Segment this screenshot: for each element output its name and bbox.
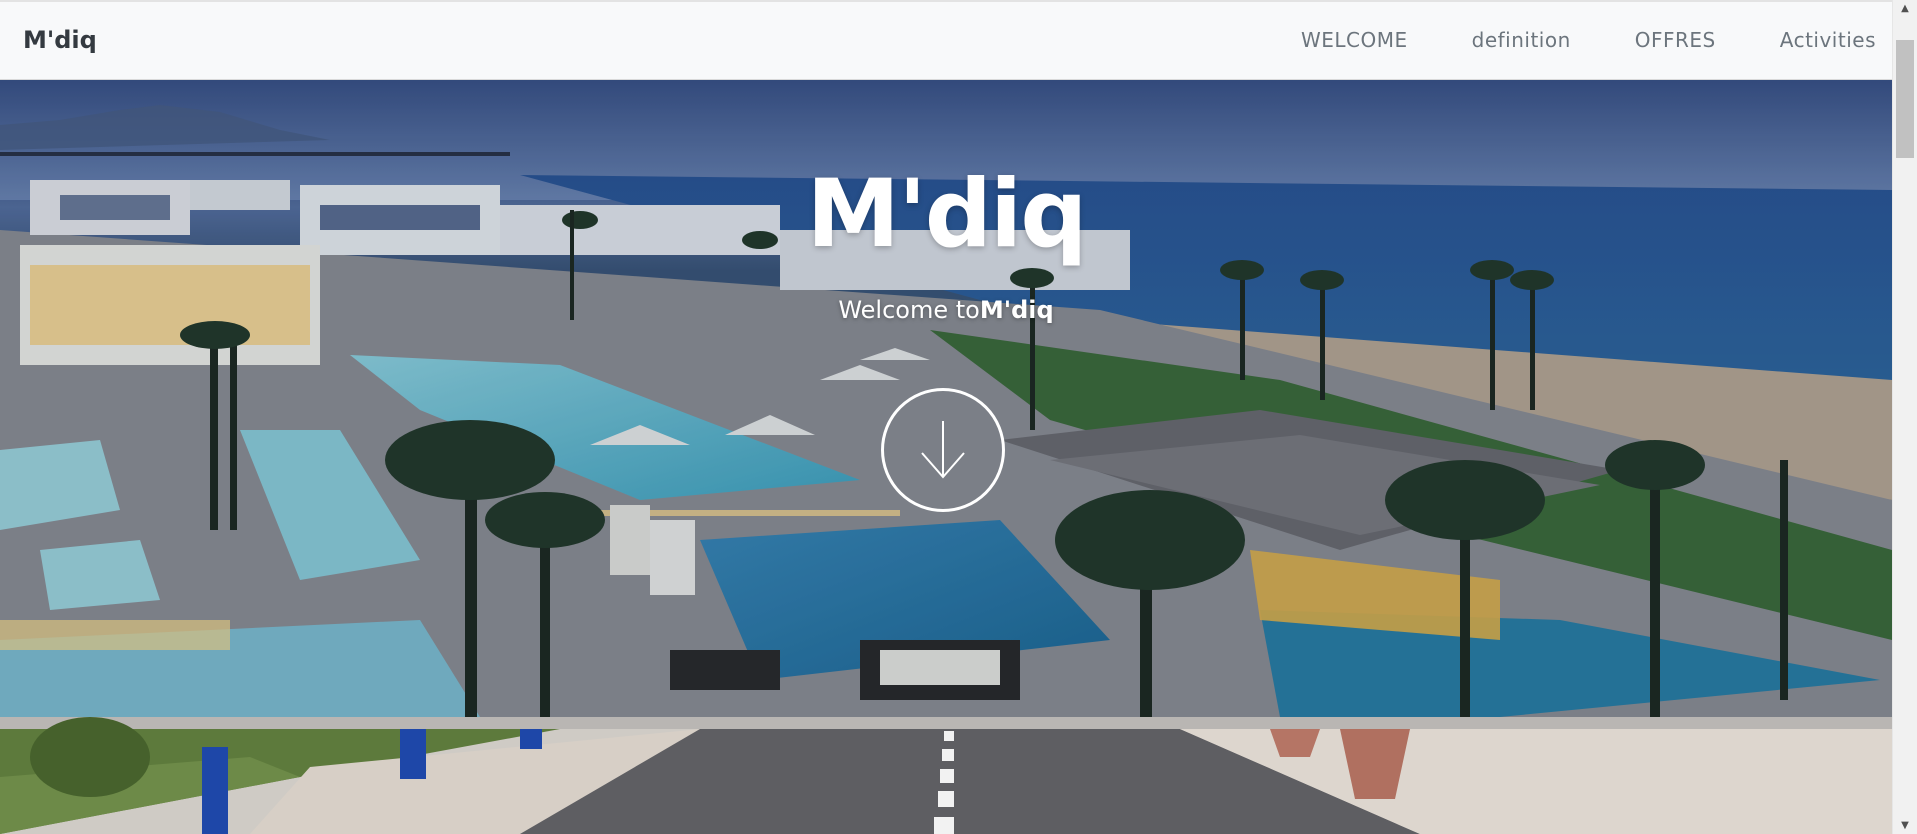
second-section-image [0, 717, 1892, 834]
hero-subtitle-prefix: Welcome to [838, 296, 980, 324]
scrollbar-thumb[interactable] [1896, 40, 1914, 158]
hero-subtitle: Welcome toM'diq [0, 296, 1892, 324]
hero-subtitle-emphasis: M'diq [979, 296, 1054, 324]
scroll-up-arrow-icon[interactable]: ▲ [1893, 0, 1917, 17]
road-background-image [0, 717, 1892, 834]
nav-links: WELCOME definition OFFRES Activities [1237, 28, 1876, 52]
hero-title: M'diq [806, 160, 1087, 269]
vertical-scrollbar[interactable]: ▲ ▼ [1892, 0, 1917, 834]
nav-link-definition[interactable]: definition [1472, 28, 1571, 52]
navbar: M'diq WELCOME definition OFFRES Activiti… [0, 0, 1892, 80]
nav-link-activities[interactable]: Activities [1780, 28, 1876, 52]
scroll-down-arrow-icon[interactable]: ▼ [1893, 817, 1917, 834]
hero-section: M'diq Welcome toM'diq [0, 80, 1892, 717]
scroll-down-button[interactable] [881, 388, 1005, 512]
nav-link-welcome[interactable]: WELCOME [1301, 28, 1408, 52]
page: M'diq WELCOME definition OFFRES Activiti… [0, 0, 1892, 834]
nav-link-offres[interactable]: OFFRES [1635, 28, 1716, 52]
brand-logo-link[interactable]: M'diq [23, 26, 97, 54]
arrow-down-icon [921, 421, 965, 479]
